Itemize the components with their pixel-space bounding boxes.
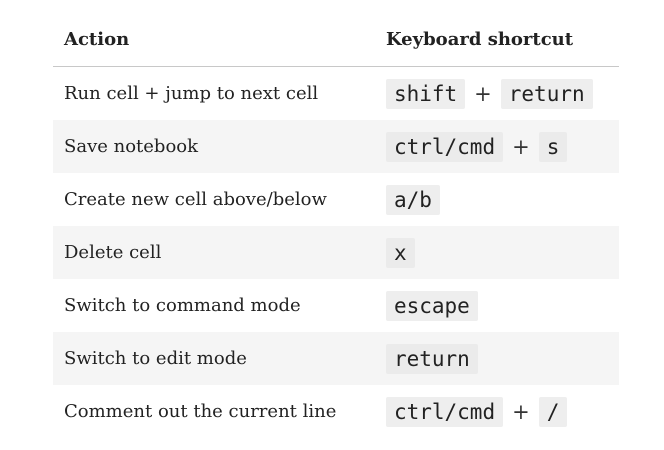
table-row: Delete cell x	[53, 226, 619, 279]
action-label: Delete cell	[53, 226, 374, 279]
shortcut-cell: shift + return	[374, 67, 619, 121]
key-badge: /	[538, 396, 568, 427]
action-label: Switch to edit mode	[53, 332, 374, 385]
key-badge: shift	[385, 78, 466, 109]
key-badge: ctrl/cmd	[385, 131, 504, 162]
header-shortcut: Keyboard shortcut	[373, 12, 619, 67]
key-badge: return	[500, 78, 593, 109]
action-label: Create new cell above/below	[64, 189, 327, 210]
action-label: Save notebook	[53, 120, 374, 173]
table-row: Create new cell above/below a/b	[53, 173, 619, 226]
action-label: Comment out the current line	[64, 401, 337, 422]
shortcut-table: Action Keyboard shortcut Run cell + jump…	[53, 12, 619, 438]
action-label: Run cell + jump to next cell	[64, 83, 319, 104]
header-row: Action Keyboard shortcut	[53, 12, 619, 67]
table-row: Run cell + jump to next cell shift + retur…	[53, 67, 619, 121]
key-badge: s	[538, 131, 568, 162]
table-header: Action Keyboard shortcut	[53, 12, 619, 67]
key-badge: a/b	[385, 184, 440, 215]
key-badge: ctrl/cmd	[385, 396, 504, 427]
key-badge: return	[385, 343, 478, 374]
plus-separator: +	[512, 399, 530, 424]
table-row: Switch to command mode escape	[53, 279, 619, 332]
plus-separator: +	[512, 134, 530, 159]
header-action: Action	[53, 12, 374, 67]
shortcut-cell: a/b	[374, 173, 619, 226]
shortcut-cell: return	[373, 332, 619, 385]
plus-separator: +	[474, 81, 492, 106]
table-row: Switch to edit mode return	[53, 332, 619, 385]
table-row: Comment out the current line ctrl/cmd + /	[53, 385, 619, 438]
table-body: Run cell + jump to next cell shift + retur…	[53, 67, 619, 439]
table-row: Save notebook ctrl/cmd + s	[53, 120, 619, 173]
key-badge: escape	[385, 290, 478, 321]
shortcut-cell: ctrl/cmd + s	[373, 120, 619, 173]
shortcut-cell: escape	[374, 279, 619, 332]
key-badge: x	[385, 237, 415, 268]
shortcut-cell: x	[373, 226, 619, 279]
shortcut-cell: ctrl/cmd + /	[374, 385, 619, 438]
action-label: Switch to command mode	[64, 295, 301, 316]
